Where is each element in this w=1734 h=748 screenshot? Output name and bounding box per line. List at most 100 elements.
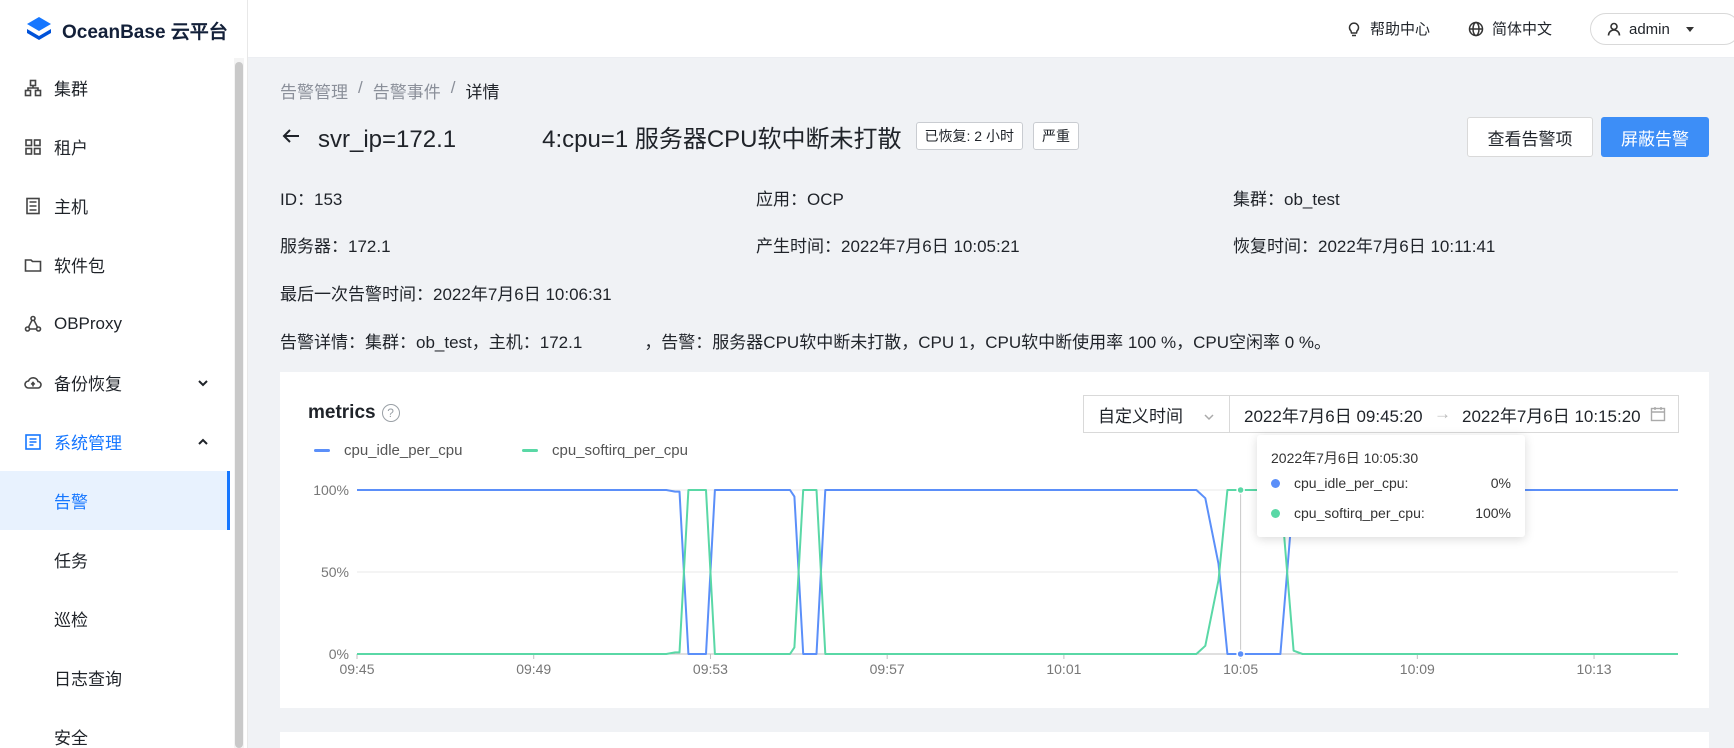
breadcrumb-separator: /: [358, 78, 363, 97]
page-title-row: svr_ip=172.1 4:cpu=1 服务器CPU软中断未打散 已恢复: 2 …: [280, 118, 1079, 154]
caret-down-icon: [1685, 26, 1694, 32]
sidebar-item-cluster[interactable]: 集群: [0, 58, 248, 117]
language-label: 简体中文: [1492, 21, 1553, 38]
redacted-block: [456, 128, 543, 153]
legend-swatch: [522, 449, 538, 452]
legend-swatch: [314, 449, 330, 452]
sidebar-item-backup[interactable]: 备份恢复: [0, 353, 248, 412]
tooltip-row-softirq: cpu_softirq_per_cpu: 100%: [1271, 505, 1511, 521]
tooltip-dot: [1271, 508, 1280, 518]
alarm-app: 应用：OCP: [756, 190, 844, 209]
range-start-input[interactable]: 2022年7月6日 09:45:20: [1244, 402, 1426, 427]
breadcrumb-alarm-events[interactable]: 告警事件: [373, 78, 441, 103]
sidebar-item-label: 备份恢复: [54, 375, 122, 394]
alarm-detail-prefix: 告警详情：集群：ob_test，主机：172.1: [280, 333, 583, 352]
tooltip-row-idle: cpu_idle_per_cpu: 0%: [1271, 475, 1511, 491]
hover-point-idle: [1236, 649, 1245, 659]
cloud-backup-icon: [24, 374, 42, 392]
x-tick-label: 09:49: [516, 661, 551, 677]
sidebar-scrollbar-thumb[interactable]: [235, 62, 243, 748]
page-title: svr_ip=172.1 4:cpu=1 服务器CPU软中断未打散: [318, 119, 902, 154]
oceanbase-logo-icon: [27, 17, 51, 40]
chart-tooltip: 2022年7月6日 10:05:30 cpu_idle_per_cpu: 0% …: [1257, 435, 1525, 537]
y-tick-label: 50%: [321, 564, 349, 580]
top-header: 帮助中心 简体中文 admin: [248, 0, 1734, 58]
legend-label: cpu_softirq_per_cpu: [552, 442, 688, 459]
tooltip-series-name: cpu_softirq_per_cpu:: [1294, 505, 1425, 521]
sidebar-item-host[interactable]: 主机: [0, 176, 248, 235]
calendar-icon: [1650, 406, 1666, 422]
metrics-title-text: metrics: [308, 402, 376, 423]
sidebar-item-label: 主机: [54, 198, 88, 217]
tooltip-dot: [1271, 478, 1280, 488]
app-logo-text: OceanBase 云平台: [62, 21, 228, 43]
sidebar-item-tenant[interactable]: 租户: [0, 117, 248, 176]
sidebar-item-label: 租户: [54, 139, 88, 158]
chevron-down-icon: [1203, 408, 1215, 421]
time-range-type-select[interactable]: 自定义时间: [1083, 395, 1230, 433]
y-tick-label: 100%: [313, 482, 349, 498]
username: admin: [1629, 20, 1670, 38]
metrics-title: metrics ?: [308, 402, 400, 424]
sidebar-subitem-log-query[interactable]: 日志查询: [0, 648, 248, 707]
metrics-card: metrics ? 自定义时间 2022年7月6日 09:45:20 → 202…: [280, 372, 1709, 708]
redacted-block: [390, 238, 461, 257]
network-icon: [24, 315, 42, 333]
grid-icon: [24, 138, 42, 156]
alarm-recovered-time: 恢复时间：2022年7月6日 10:11:41: [1233, 237, 1496, 256]
breadcrumb-current: 详情: [465, 83, 500, 102]
date-range-picker[interactable]: 2022年7月6日 09:45:20 → 2022年7月6日 10:15:20: [1229, 395, 1679, 433]
x-tick-label: 09:53: [693, 661, 728, 677]
sidebar-subitem-alarm[interactable]: 告警: [0, 471, 230, 530]
x-tick-label: 10:01: [1046, 661, 1081, 677]
status-badge: 已恢复: 2 小时: [915, 122, 1023, 150]
alarm-last-time: 最后一次告警时间：2022年7月6日 10:06:31: [280, 285, 612, 304]
alarm-server-text: 服务器：172.1: [280, 237, 391, 256]
legend-item-softirq[interactable]: cpu_softirq_per_cpu: [522, 442, 688, 459]
alarm-detail: 告警详情：集群：ob_test，主机：172.1 ，告警：服务器CPU软中断未打散…: [280, 328, 1331, 353]
sidebar-item-obproxy[interactable]: OBProxy: [0, 294, 248, 353]
range-arrow-icon: →: [1434, 404, 1451, 423]
back-arrow-icon[interactable]: [280, 125, 302, 147]
redacted-block: [582, 334, 645, 353]
language-switch[interactable]: 简体中文: [1468, 18, 1552, 39]
cluster-icon: [24, 79, 42, 97]
sidebar-subitem-inspection[interactable]: 巡检: [0, 589, 248, 648]
question-icon[interactable]: ?: [381, 404, 400, 422]
sidebar-item-label: 集群: [54, 80, 88, 99]
x-tick-label: 09:57: [870, 661, 905, 677]
next-card: [280, 732, 1709, 748]
folder-icon: [24, 256, 42, 274]
view-alarm-items-button[interactable]: 查看告警项: [1467, 117, 1593, 157]
sidebar-item-system[interactable]: 系统管理: [0, 412, 248, 471]
page-title-prefix: svr_ip=172.1: [318, 125, 457, 153]
user-icon: [1607, 22, 1621, 36]
chevron-up-icon: [196, 434, 210, 448]
breadcrumb-alarm-management[interactable]: 告警管理: [280, 78, 348, 103]
range-end-input[interactable]: 2022年7月6日 10:15:20: [1462, 402, 1644, 427]
breadcrumb: 告警管理 / 告警事件 / 详情: [280, 78, 499, 103]
mask-alarm-button[interactable]: 屏蔽告警: [1601, 117, 1709, 157]
app-logo[interactable]: OceanBase 云平台: [24, 14, 228, 46]
sidebar-subitem-security[interactable]: 安全: [0, 707, 248, 748]
sidebar-item-label: 系统管理: [54, 434, 122, 453]
alarm-detail-suffix: ，告警：服务器CPU软中断未打散，CPU 1，CPU软中断使用率 100 %，C…: [644, 333, 1332, 352]
user-menu[interactable]: admin: [1590, 13, 1734, 45]
help-center-link[interactable]: 帮助中心: [1346, 18, 1430, 39]
tooltip-time: 2022年7月6日 10:05:30: [1271, 450, 1419, 466]
x-tick-label: 10:05: [1223, 661, 1258, 677]
globe-icon: [1468, 21, 1484, 36]
sidebar-subitem-task[interactable]: 任务: [0, 530, 248, 589]
legend-label: cpu_idle_per_cpu: [344, 442, 463, 459]
hover-point-softirq: [1236, 485, 1245, 495]
server-icon: [24, 197, 42, 215]
alarm-server: 服务器：172.1: [280, 232, 461, 257]
x-tick-label: 10:13: [1577, 661, 1612, 677]
page-title-suffix: 4:cpu=1 服务器CPU软中断未打散: [542, 125, 902, 153]
breadcrumb-separator: /: [450, 78, 456, 97]
legend-item-idle[interactable]: cpu_idle_per_cpu: [314, 442, 462, 459]
severity-badge: 严重: [1032, 122, 1079, 150]
time-range-type-value: 自定义时间: [1098, 406, 1183, 426]
sidebar-nav: 集群 租户 主机 软件包 OBProxy 备份恢复 系统管理 告警 任务 巡检 …: [0, 58, 248, 748]
sidebar-item-package[interactable]: 软件包: [0, 235, 248, 294]
